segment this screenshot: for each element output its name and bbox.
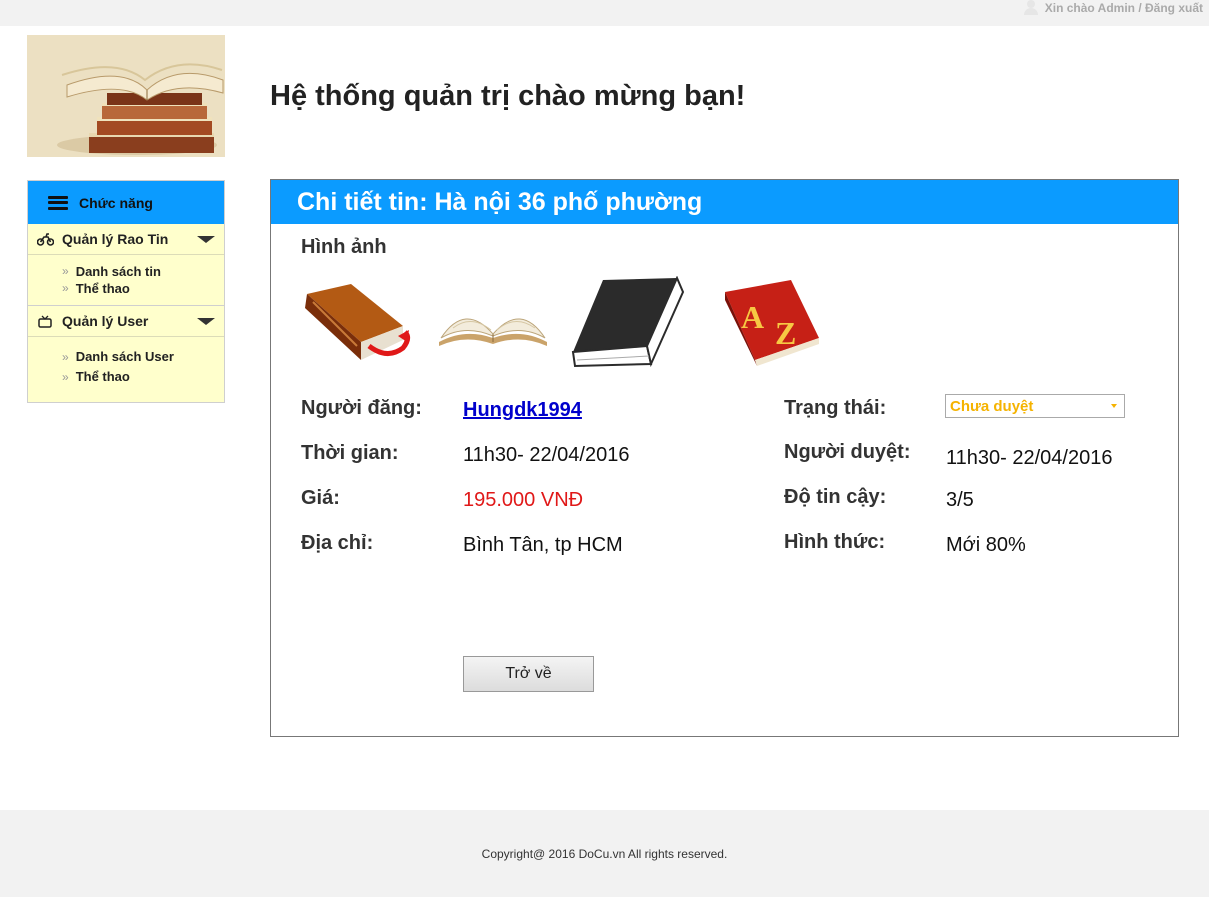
menu-icon [48, 195, 68, 210]
address-label: Địa chỉ: [301, 532, 374, 554]
time-value: 11h30- 22/04/2016 [463, 444, 630, 466]
sidebar-title: Chức năng [79, 194, 153, 211]
sidebar-item-the-thao[interactable]: » Thể thao [62, 367, 224, 387]
black-book-icon[interactable] [569, 275, 687, 375]
price-value: 195.000 VNĐ [463, 489, 584, 511]
copyright-text: Copyright@ 2016 DoCu.vn All rights reser… [481, 846, 728, 861]
chevron-down-icon[interactable] [197, 318, 215, 325]
sidebar-item-label: Danh sách tin [75, 264, 161, 279]
open-book-icon[interactable] [435, 298, 551, 355]
trust-label: Độ tin cậy: [784, 486, 887, 508]
sidebar-item-danh-sach-user[interactable]: » Danh sách User [62, 347, 224, 367]
time-label: Thời gian: [301, 442, 399, 464]
sidebar: Chức năng Quản lý Rao Tin » Danh sách ti… [27, 180, 225, 403]
detail-title: Chi tiết tin: Hà nội 36 phố phường [271, 180, 1178, 224]
detail-panel: Chi tiết tin: Hà nội 36 phố phường Hình … [270, 179, 1179, 737]
sidebar-item-danh-sach-tin[interactable]: » Danh sách tin [62, 263, 224, 280]
user-greeting[interactable]: Xin chào Admin / Đăng xuất [1023, 0, 1203, 16]
approver-value: 11h30- 22/04/2016 [946, 447, 1113, 469]
form-label: Hình thức: [784, 531, 886, 553]
poster-link[interactable]: Hungdk1994 [463, 399, 582, 422]
sidebar-group-label: Quản lý User [62, 313, 149, 329]
svg-text:Z: Z [775, 315, 796, 351]
back-button[interactable]: Trở về [463, 656, 594, 692]
double-chevron-icon: » [62, 350, 69, 364]
poster-label: Người đăng: [301, 397, 422, 419]
double-chevron-icon: » [62, 281, 69, 295]
greeting-text[interactable]: Xin chào Admin / Đăng xuất [1045, 1, 1203, 15]
books-stack-logo [27, 35, 225, 157]
sidebar-item-label: Danh sách User [75, 349, 174, 364]
page-title: Hệ thống quản trị chào mừng bạn! [270, 80, 746, 112]
form-value: Mới 80% [946, 534, 1026, 556]
sidebar-header[interactable]: Chức năng [28, 181, 224, 224]
svg-text:A: A [741, 299, 764, 335]
motorbike-icon [36, 232, 55, 246]
dictionary-az-icon[interactable]: A Z [721, 278, 825, 371]
trust-value: 3/5 [946, 489, 974, 511]
top-bar: Xin chào Admin / Đăng xuất [0, 0, 1209, 26]
chevron-down-icon[interactable] [197, 236, 215, 243]
sidebar-group-rao-tin[interactable]: Quản lý Rao Tin [28, 224, 224, 255]
sidebar-item-the-thao[interactable]: » Thể thao [62, 280, 224, 297]
sidebar-submenu-rao-tin: » Danh sách tin » Thể thao [28, 255, 224, 306]
red-book-icon[interactable] [299, 280, 417, 373]
sidebar-item-label: Thể thao [75, 369, 130, 384]
sidebar-item-label: Thể thao [75, 281, 130, 296]
double-chevron-icon: » [62, 370, 69, 384]
status-selected-value: Chưa duyệt [950, 397, 1034, 415]
status-select[interactable]: Chưa duyệt [945, 394, 1125, 418]
footer: Copyright@ 2016 DoCu.vn All rights reser… [0, 810, 1209, 897]
approver-label: Người duyệt: [784, 441, 911, 463]
images-label: Hình ảnh [301, 236, 387, 258]
user-icon [1023, 0, 1039, 16]
sidebar-group-label: Quản lý Rao Tin [62, 231, 169, 247]
price-label: Giá: [301, 487, 340, 509]
tv-icon [37, 315, 54, 328]
status-label: Trạng thái: [784, 397, 887, 419]
double-chevron-icon: » [62, 264, 69, 278]
sidebar-group-user[interactable]: Quản lý User [28, 306, 224, 337]
sidebar-submenu-user: » Danh sách User » Thể thao [28, 337, 224, 395]
chevron-down-icon [1111, 404, 1117, 408]
address-value: Bình Tân, tp HCM [463, 534, 623, 556]
